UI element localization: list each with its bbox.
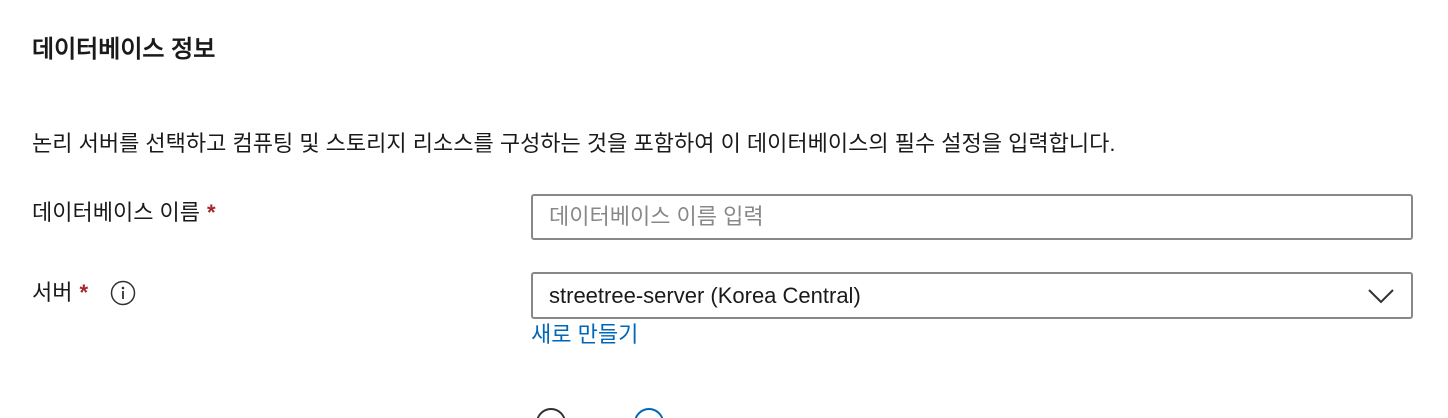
- database-name-input[interactable]: [531, 194, 1413, 240]
- info-icon[interactable]: [110, 280, 136, 306]
- section-description: 논리 서버를 선택하고 컴퓨팅 및 스토리지 리소스를 구성하는 것을 포함하여…: [32, 131, 1116, 156]
- section-title: 데이터베이스 정보: [32, 36, 216, 63]
- server-selected-value: streetree-server (Korea Central): [549, 282, 861, 308]
- server-label-row: 서버 *: [32, 276, 136, 310]
- required-star: *: [79, 280, 89, 305]
- create-new-server-link[interactable]: 새로 만들기: [531, 318, 638, 352]
- database-name-label: 데이터베이스 이름: [32, 200, 201, 225]
- server-select[interactable]: streetree-server (Korea Central): [531, 272, 1413, 319]
- radio-button[interactable]: [536, 408, 566, 418]
- chevron-down-icon: [1367, 287, 1395, 305]
- radio-button[interactable]: [634, 408, 664, 418]
- database-name-label-row: 데이터베이스 이름 *: [32, 196, 216, 230]
- required-star: *: [207, 200, 216, 225]
- server-label: 서버: [32, 280, 73, 305]
